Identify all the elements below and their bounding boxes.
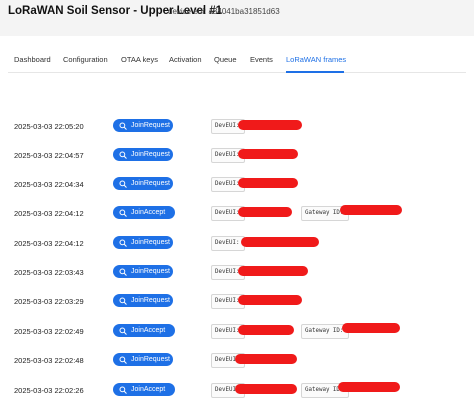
join-accept-button[interactable]: JoinAccept: [113, 383, 175, 396]
redaction-mark: [238, 178, 298, 188]
frame-type-label: JoinRequest: [131, 239, 170, 246]
redaction-mark: [235, 384, 297, 394]
frame-timestamp: 2025-03-03 22:04:12: [14, 209, 84, 218]
search-icon: [119, 355, 127, 364]
frame-timestamp: 2025-03-03 22:04:57: [14, 151, 84, 160]
redaction-mark: [238, 295, 302, 305]
join-request-button[interactable]: JoinRequest: [113, 148, 173, 161]
redaction-mark: [238, 325, 294, 335]
redaction-mark: [342, 323, 400, 333]
frame-type-label: JoinRequest: [131, 268, 170, 275]
frame-timestamp: 2025-03-03 22:03:29: [14, 297, 84, 306]
search-icon: [119, 238, 127, 247]
frame-timestamp: 2025-03-03 22:02:48: [14, 356, 84, 365]
search-icon: [119, 385, 127, 394]
frame-timestamp: 2025-03-03 22:02:26: [14, 386, 84, 395]
tab-activation[interactable]: Activation: [169, 55, 202, 64]
join-request-button[interactable]: JoinRequest: [113, 353, 173, 366]
frame-timestamp: 2025-03-03 22:04:34: [14, 180, 84, 189]
frame-type-label: JoinAccept: [131, 327, 166, 334]
frame-type-label: JoinRequest: [131, 297, 170, 304]
redaction-mark: [235, 354, 297, 364]
frame-row: 2025-03-03 22:04:12 JoinRequest DevEUI:: [0, 232, 474, 256]
dev-eui-chip: DevEUI:: [211, 236, 245, 251]
device-eui-label: device eui: a84041ba31851d63: [168, 7, 280, 16]
frame-row: 2025-03-03 22:03:43 JoinRequest DevEUI:: [0, 261, 474, 285]
tab-dashboard[interactable]: Dashboard: [14, 55, 51, 64]
frame-type-label: JoinRequest: [131, 180, 170, 187]
redaction-mark: [238, 149, 298, 159]
join-request-button[interactable]: JoinRequest: [113, 177, 173, 190]
search-icon: [119, 150, 127, 159]
search-icon: [119, 326, 127, 335]
redaction-mark: [338, 382, 400, 392]
frame-type-label: JoinRequest: [131, 151, 170, 158]
join-request-button[interactable]: JoinRequest: [113, 265, 173, 278]
page-header: LoRaWAN Soil Sensor - Upper Level #1 dev…: [0, 0, 474, 36]
frame-type-label: JoinRequest: [131, 122, 170, 129]
redaction-mark: [238, 207, 292, 217]
frame-type-label: JoinAccept: [131, 209, 166, 216]
join-request-button[interactable]: JoinRequest: [113, 294, 173, 307]
active-tab-indicator: [286, 71, 344, 73]
join-request-button[interactable]: JoinRequest: [113, 236, 173, 249]
frame-row: 2025-03-03 22:02:48 JoinRequest DevEUI:: [0, 349, 474, 373]
frame-row: 2025-03-03 22:04:34 JoinRequest DevEUI:: [0, 173, 474, 197]
frame-row: 2025-03-03 22:04:57 JoinRequest DevEUI:: [0, 144, 474, 168]
search-icon: [119, 208, 127, 217]
search-icon: [119, 121, 127, 130]
frame-row: 2025-03-03 22:04:12 JoinAccept DevEUI: Gate…: [0, 202, 474, 226]
frame-timestamp: 2025-03-03 22:04:12: [14, 239, 84, 248]
join-request-button[interactable]: JoinRequest: [113, 119, 173, 132]
redaction-mark: [241, 237, 319, 247]
frame-type-label: JoinRequest: [131, 356, 170, 363]
frame-row: 2025-03-03 22:05:20 JoinRequest DevEUI:: [0, 115, 474, 139]
frame-timestamp: 2025-03-03 22:02:49: [14, 327, 84, 336]
frame-timestamp: 2025-03-03 22:03:43: [14, 268, 84, 277]
search-icon: [119, 267, 127, 276]
search-icon: [119, 296, 127, 305]
join-accept-button[interactable]: JoinAccept: [113, 324, 175, 337]
frame-timestamp: 2025-03-03 22:05:20: [14, 122, 84, 131]
search-icon: [119, 179, 127, 188]
tab-bar: Dashboard Configuration OTAA keys Activa…: [8, 50, 466, 73]
frame-row: 2025-03-03 22:02:49 JoinAccept DevEUI: Gate…: [0, 320, 474, 344]
join-accept-button[interactable]: JoinAccept: [113, 206, 175, 219]
redaction-mark: [340, 205, 402, 215]
tab-events[interactable]: Events: [250, 55, 273, 64]
redaction-mark: [238, 120, 302, 130]
frame-row: 2025-03-03 22:02:26 JoinAccept DevEUI: Gate…: [0, 379, 474, 403]
tab-queue[interactable]: Queue: [214, 55, 237, 64]
tab-lorawan-frames[interactable]: LoRaWAN frames: [286, 55, 346, 64]
frame-row: 2025-03-03 22:03:29 JoinRequest DevEUI:: [0, 290, 474, 314]
frame-type-label: JoinAccept: [131, 386, 166, 393]
device-frames-page: LoRaWAN Soil Sensor - Upper Level #1 dev…: [0, 0, 474, 413]
tab-otaa-keys[interactable]: OTAA keys: [121, 55, 158, 64]
redaction-mark: [238, 266, 308, 276]
tab-configuration[interactable]: Configuration: [63, 55, 108, 64]
